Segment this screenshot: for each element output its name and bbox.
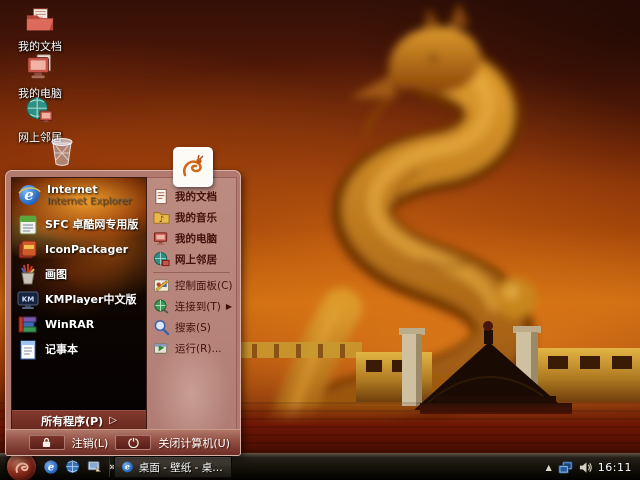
start-menu-item-sfc[interactable]: SFC 卓酷网专用版 (12, 212, 146, 237)
svg-text:e: e (47, 462, 53, 473)
my-documents-small-icon (153, 188, 170, 205)
run-icon (153, 340, 170, 357)
user-avatar[interactable] (173, 147, 213, 187)
svg-text:KM: KM (22, 295, 34, 303)
desktop-icon-my-documents[interactable]: 我的文档 (2, 5, 78, 54)
start-menu-item-network-places[interactable]: 网上邻居 (147, 249, 236, 270)
start-menu-places-panel: 我的文档 ♪ 我的音乐 我的电脑 (147, 177, 237, 431)
start-menu-item-internet[interactable]: e Internet Internet Explorer (12, 178, 146, 212)
start-menu-item-iconpackager[interactable]: IconPackager (12, 237, 146, 262)
pinned-item-title: IconPackager (45, 243, 128, 256)
winrar-icon (17, 314, 39, 336)
start-menu-item-winrar[interactable]: WinRAR (12, 312, 146, 337)
quicklaunch-ie-icon[interactable]: e (42, 458, 59, 475)
network-places-icon (25, 96, 55, 126)
pinned-item-subtitle: Internet Explorer (47, 196, 132, 207)
control-panel-icon (153, 277, 170, 294)
all-programs-button[interactable]: 所有程序(P) ▷ (12, 410, 146, 430)
lock-icon (42, 437, 51, 448)
place-label: 网上邻居 (175, 252, 217, 267)
desktop-icon-recycle-bin[interactable] (32, 133, 92, 167)
start-menu: e Internet Internet Explorer SFC 卓酷网专用版 (5, 170, 241, 456)
start-dragon-icon (13, 458, 31, 476)
ie-window-icon: e (121, 460, 134, 474)
internet-explorer-icon: e (17, 183, 41, 207)
notepad-icon (17, 339, 39, 361)
network-tray-icon[interactable] (558, 461, 573, 474)
power-icon (128, 437, 139, 448)
all-programs-label: 所有程序(P) (41, 413, 103, 429)
my-documents-icon (25, 5, 55, 35)
quicklaunch-globe-icon[interactable] (64, 458, 81, 475)
place-label: 我的电脑 (175, 231, 217, 246)
place-label: 运行(R)... (175, 341, 222, 356)
kmplayer-icon: KM (17, 289, 39, 311)
start-menu-item-my-computer[interactable]: 我的电脑 (147, 228, 236, 249)
svg-text:♪: ♪ (159, 215, 164, 225)
system-tray: ▲ 16:11 (540, 454, 640, 480)
quicklaunch-show-desktop-icon[interactable] (86, 458, 103, 475)
place-label: 我的音乐 (175, 210, 217, 225)
pinned-item-title: 记事本 (45, 343, 78, 356)
svg-text:e: e (125, 462, 130, 472)
paint-icon (17, 264, 39, 286)
turn-off-computer-label: 关闭计算机(U) (158, 435, 230, 451)
turn-off-computer-button[interactable] (115, 435, 151, 450)
pinned-item-title: KMPlayer中文版 (45, 293, 136, 306)
place-label: 控制面板(C) (175, 278, 233, 293)
connect-to-icon (153, 298, 170, 315)
taskbar-window-title: 桌面 - 壁纸 - 桌酷... (139, 460, 225, 475)
network-places-small-icon (153, 251, 170, 268)
quick-launch-bar: e » (42, 458, 116, 475)
tray-chevron-icon[interactable]: ▲ (546, 463, 552, 472)
start-menu-pinned-panel: e Internet Internet Explorer SFC 卓酷网专用版 (11, 177, 147, 431)
start-menu-item-control-panel[interactable]: 控制面板(C) (147, 275, 236, 296)
place-label: 连接到(T) (175, 299, 221, 314)
sfc-app-icon (17, 214, 39, 236)
my-computer-icon (25, 52, 55, 82)
place-label: 我的文档 (175, 189, 217, 204)
pinned-item-title: SFC 卓酷网专用版 (45, 218, 138, 231)
place-label: 搜索(S) (175, 320, 211, 335)
start-menu-item-run[interactable]: 运行(R)... (147, 338, 236, 359)
log-off-label: 注销(L) (72, 435, 109, 451)
taskbar: e » e 桌面 - 壁纸 - 桌酷... ▲ (0, 453, 640, 480)
start-menu-item-my-music[interactable]: ♪ 我的音乐 (147, 207, 236, 228)
desktop-icon-my-computer[interactable]: 我的电脑 (2, 52, 78, 101)
taskbar-window-button[interactable]: e 桌面 - 壁纸 - 桌酷... (114, 456, 232, 478)
desktop: 我的文档 我的电脑 网上邻居 (0, 0, 640, 480)
start-menu-item-notepad[interactable]: 记事本 (12, 337, 146, 362)
my-computer-small-icon (153, 230, 170, 247)
start-menu-item-kmplayer[interactable]: KM KMPlayer中文版 (12, 287, 146, 312)
my-music-icon: ♪ (153, 209, 170, 226)
submenu-arrow-icon: ▶ (226, 302, 232, 311)
iconpackager-icon (17, 239, 39, 261)
start-menu-item-paint[interactable]: 画图 (12, 262, 146, 287)
log-off-button[interactable] (29, 435, 65, 450)
dragon-avatar-icon (179, 153, 207, 181)
taskbar-clock[interactable]: 16:11 (598, 461, 632, 474)
start-menu-item-connect-to[interactable]: 连接到(T) ▶ (147, 296, 236, 317)
places-separator (153, 272, 230, 273)
taskbar-divider (109, 457, 110, 477)
recycle-bin-icon (46, 133, 78, 167)
pinned-item-title: Internet (47, 183, 132, 196)
start-menu-item-my-documents[interactable]: 我的文档 (147, 186, 236, 207)
start-menu-item-search[interactable]: 搜索(S) (147, 317, 236, 338)
volume-tray-icon[interactable] (579, 461, 592, 474)
pinned-item-title: WinRAR (45, 318, 94, 331)
search-icon (153, 319, 170, 336)
all-programs-arrow-icon: ▷ (109, 415, 117, 426)
pinned-item-title: 画图 (45, 268, 67, 281)
start-menu-footer: 注销(L) 关闭计算机(U) (6, 429, 240, 455)
